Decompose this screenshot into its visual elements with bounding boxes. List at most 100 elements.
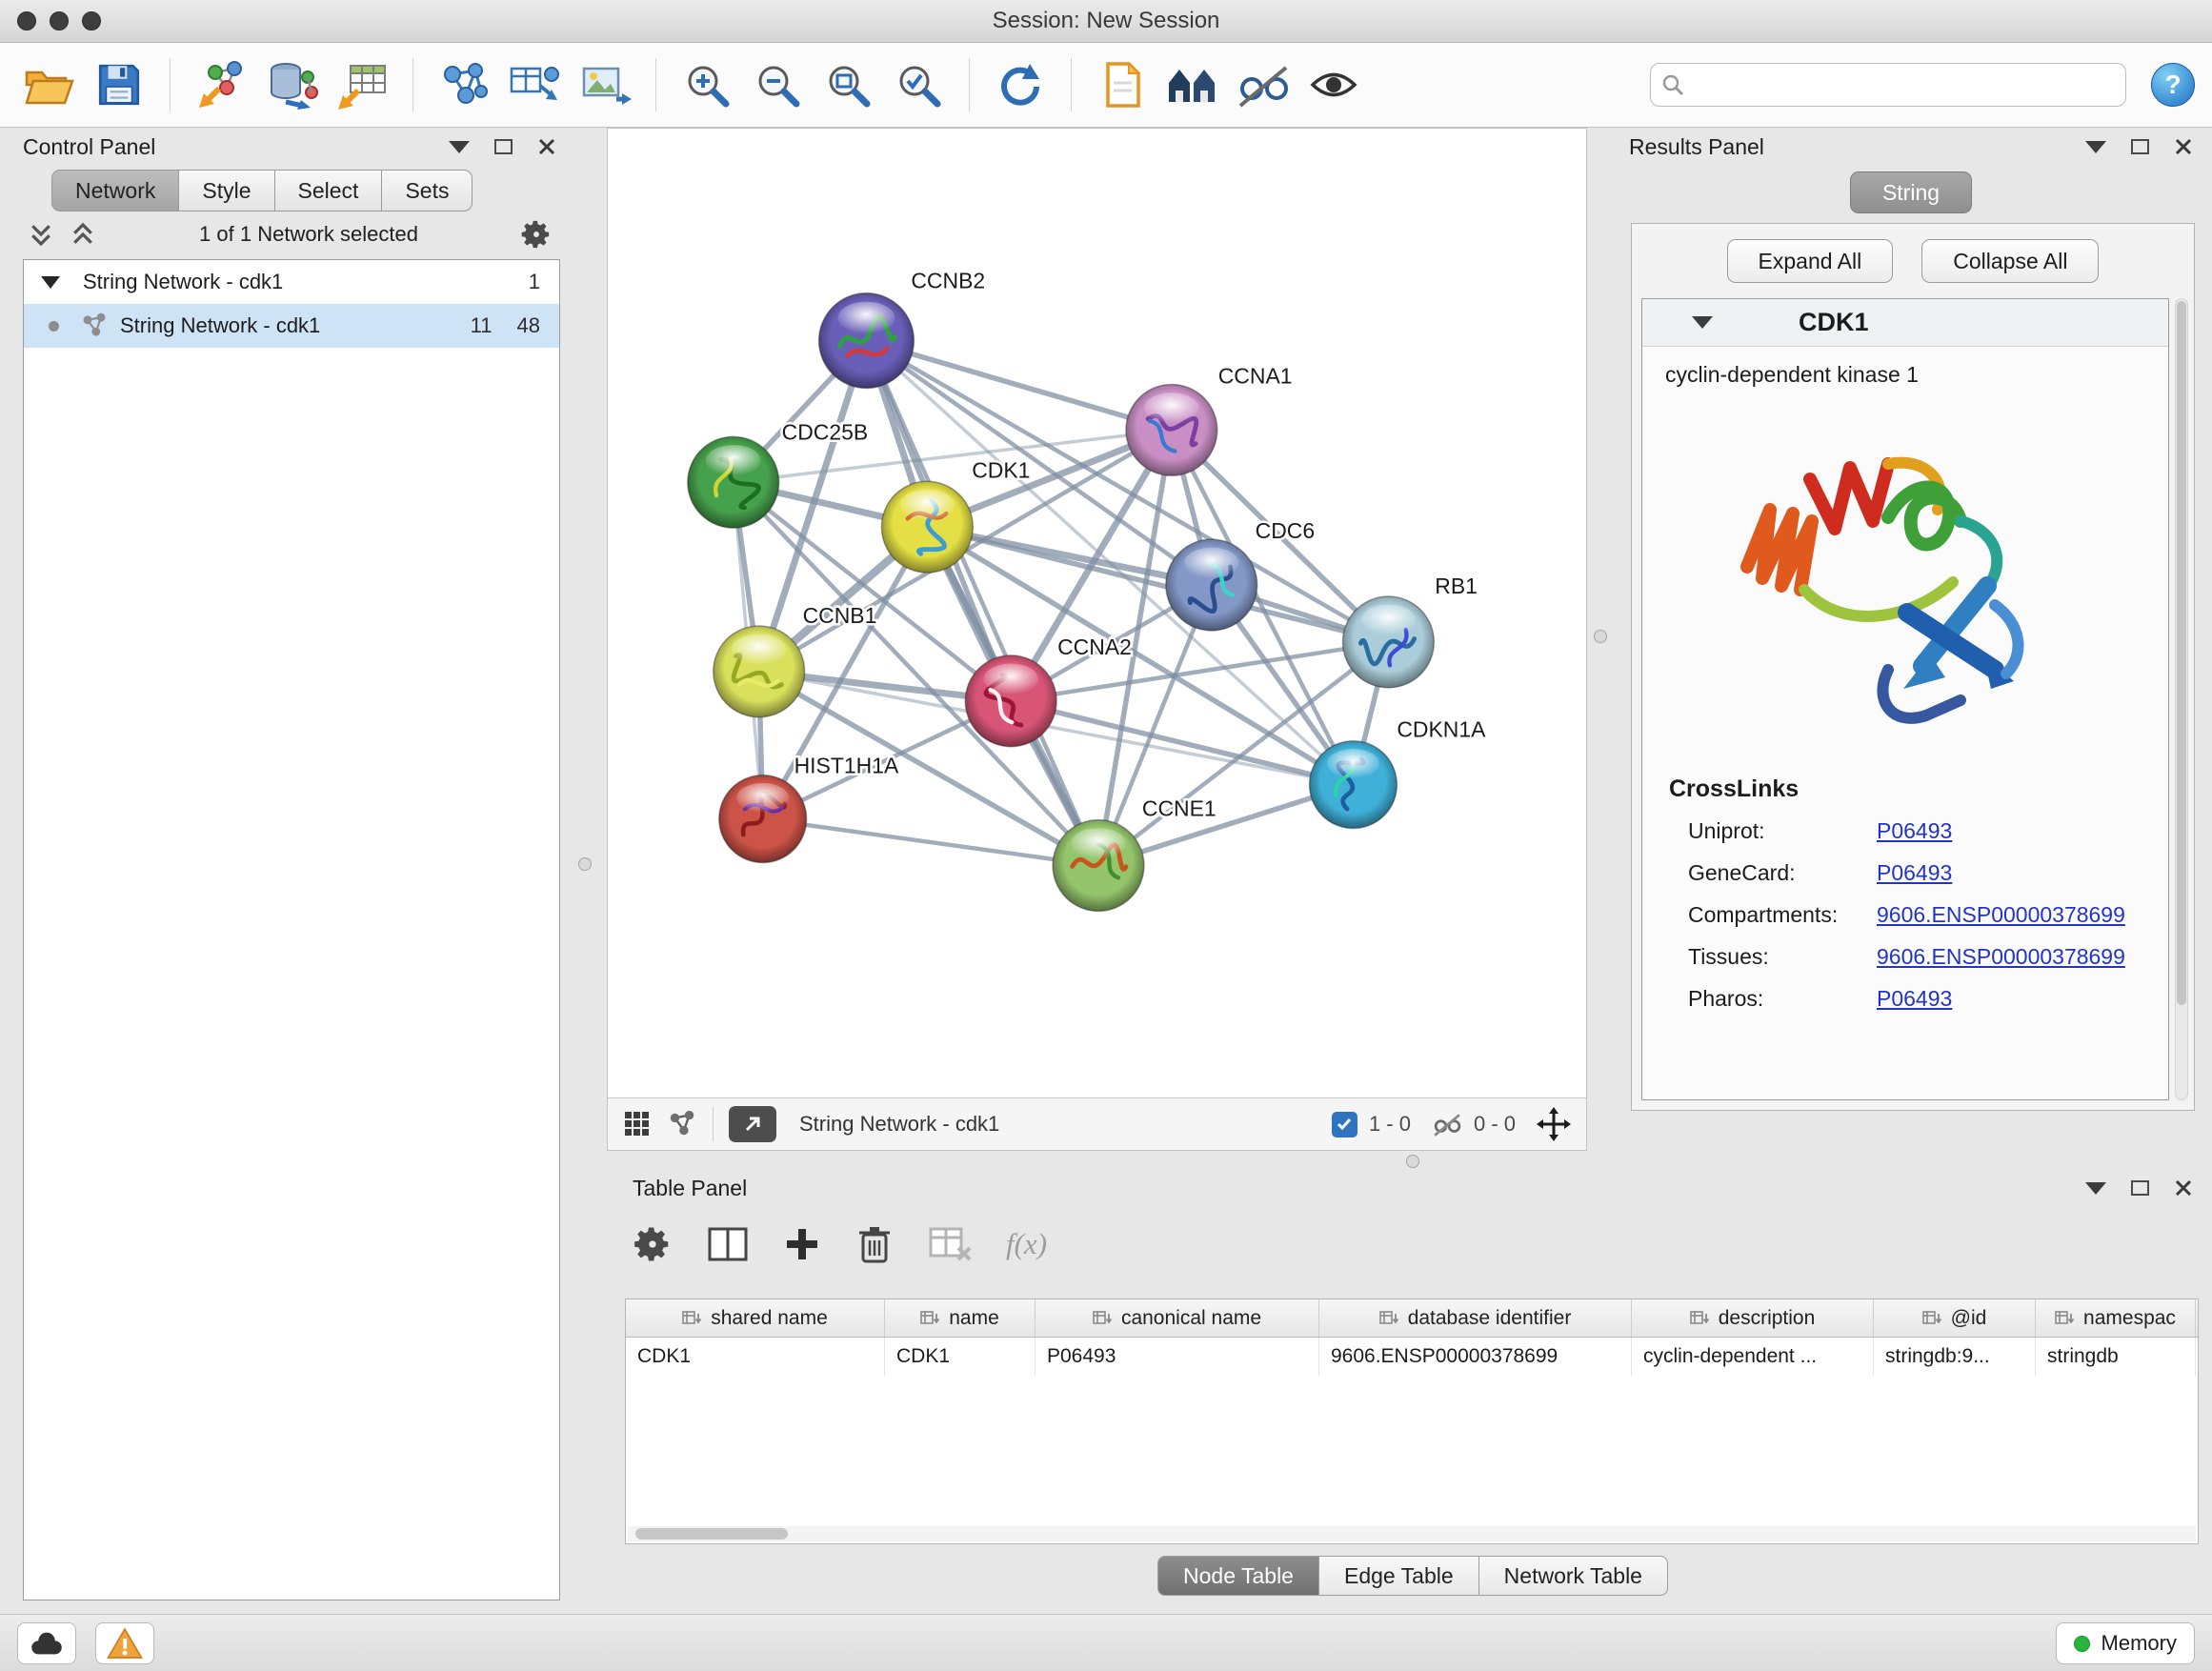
database-network-icon — [265, 60, 318, 110]
tab-edge-table[interactable]: Edge Table — [1319, 1556, 1479, 1596]
close-panel-icon[interactable] — [537, 137, 556, 156]
protein-card-header[interactable]: CDK1 — [1642, 299, 2168, 347]
network-node-cdkn1a[interactable] — [1310, 741, 1398, 829]
document-button[interactable] — [1091, 51, 1154, 118]
add-column-icon[interactable] — [783, 1225, 821, 1263]
splitter-handle[interactable] — [578, 857, 592, 871]
network-node-ccna2[interactable] — [965, 655, 1056, 747]
tissues-link[interactable]: 9606.ENSP00000378699 — [1877, 944, 2125, 970]
network-graph: CCNB2CCNA1CDC25BCDK1CDC6RB1CCNB1CCNA2CDK… — [608, 129, 1586, 1097]
network-from-table-button[interactable] — [503, 51, 566, 118]
import-table-button[interactable] — [331, 51, 393, 118]
network-edge[interactable] — [927, 527, 1388, 642]
float-panel-icon[interactable] — [2131, 139, 2149, 154]
network-node-cdc6[interactable] — [1166, 539, 1257, 631]
window-zoom-button[interactable] — [82, 11, 101, 30]
tab-network-table[interactable]: Network Table — [1479, 1556, 1668, 1596]
column-header-canonical-name[interactable]: canonical name — [1036, 1299, 1319, 1337]
network-row-selected[interactable]: String Network - cdk1 11 48 — [24, 304, 559, 348]
column-header-database-identifier[interactable]: database identifier — [1319, 1299, 1632, 1337]
panel-menu-icon[interactable] — [2085, 141, 2106, 153]
column-header-id[interactable]: @id — [1874, 1299, 2036, 1337]
network-node-ccnb2[interactable] — [819, 293, 915, 389]
gear-icon[interactable] — [633, 1224, 673, 1264]
gear-icon[interactable] — [520, 218, 553, 251]
network-node-cdc25b[interactable] — [688, 436, 779, 528]
splitter-handle[interactable] — [1594, 630, 1607, 643]
show-graphics-button[interactable] — [1302, 51, 1365, 118]
tab-network[interactable]: Network — [51, 170, 179, 211]
network-edge[interactable] — [763, 819, 1098, 866]
network-node-ccna1[interactable] — [1126, 384, 1217, 475]
float-panel-icon[interactable] — [2131, 1180, 2149, 1196]
collapse-all-icon[interactable] — [27, 220, 55, 249]
uniprot-link[interactable]: P06493 — [1877, 818, 1952, 844]
results-scrollbar[interactable] — [2175, 298, 2188, 1100]
splitter-handle[interactable] — [1406, 1155, 1419, 1168]
network-canvas[interactable]: CCNB2CCNA1CDC25BCDK1CDC6RB1CCNB1CCNA2CDK… — [608, 129, 1586, 1097]
cloud-status-button[interactable] — [17, 1622, 76, 1664]
pan-crosshair-icon[interactable] — [1537, 1107, 1571, 1141]
window-close-button[interactable] — [17, 11, 36, 30]
network-node-rb1[interactable] — [1342, 596, 1434, 688]
columns-icon[interactable] — [707, 1225, 749, 1263]
expand-all-button[interactable]: Expand All — [1727, 239, 1894, 283]
save-session-button[interactable] — [88, 51, 151, 118]
expand-all-icon[interactable] — [69, 220, 97, 249]
collapse-section-icon[interactable] — [1692, 316, 1713, 329]
zoom-selected-icon — [894, 60, 943, 110]
selected-checkbox[interactable] — [1332, 1112, 1357, 1137]
compartments-link[interactable]: 9606.ENSP00000378699 — [1877, 902, 2125, 928]
close-panel-icon[interactable] — [2174, 137, 2193, 156]
table-row[interactable]: CDK1 CDK1 P06493 9606.ENSP00000378699 cy… — [626, 1338, 2198, 1376]
network-collection-row[interactable]: String Network - cdk1 1 — [24, 260, 559, 304]
grid-view-icon[interactable] — [623, 1110, 652, 1138]
trash-icon[interactable] — [855, 1223, 894, 1265]
table-horizontal-scrollbar[interactable] — [628, 1526, 2196, 1541]
help-button[interactable]: ? — [2151, 63, 2195, 107]
zoom-fit-button[interactable] — [816, 51, 879, 118]
panel-menu-icon[interactable] — [449, 141, 470, 153]
tab-select[interactable]: Select — [275, 170, 383, 211]
column-header-description[interactable]: description — [1632, 1299, 1874, 1337]
collapse-all-button[interactable]: Collapse All — [1921, 239, 2099, 283]
export-view-button[interactable] — [729, 1106, 776, 1142]
new-network-button[interactable] — [432, 51, 495, 118]
zoom-selected-button[interactable] — [887, 51, 950, 118]
zoom-in-button[interactable] — [675, 51, 738, 118]
import-network-file-button[interactable] — [190, 51, 252, 118]
network-node-ccne1[interactable] — [1053, 820, 1144, 912]
open-session-button[interactable] — [17, 51, 80, 118]
close-panel-icon[interactable] — [2174, 1178, 2193, 1198]
tab-string[interactable]: String — [1850, 171, 1972, 213]
network-edge[interactable] — [866, 341, 1098, 866]
genecard-link[interactable]: P06493 — [1877, 860, 1952, 886]
control-panel-header: Control Panel — [10, 128, 570, 166]
column-header-name[interactable]: name — [885, 1299, 1036, 1337]
tab-sets[interactable]: Sets — [382, 170, 473, 211]
tab-node-table[interactable]: Node Table — [1157, 1556, 1319, 1596]
import-network-database-button[interactable] — [260, 51, 323, 118]
zoom-out-button[interactable] — [746, 51, 809, 118]
tree-expander-icon[interactable] — [41, 276, 60, 289]
node-label-ccna1: CCNA1 — [1218, 363, 1293, 388]
network-node-cdk1[interactable] — [881, 481, 973, 573]
column-header-shared-name[interactable]: shared name — [626, 1299, 885, 1337]
hide-graphics-button[interactable] — [1232, 51, 1295, 118]
memory-button[interactable]: Memory — [2056, 1622, 2195, 1664]
network-node-hist1h1a[interactable] — [719, 775, 807, 863]
window-minimize-button[interactable] — [50, 11, 69, 30]
apply-layout-button[interactable] — [989, 51, 1052, 118]
search-input[interactable] — [1650, 63, 2126, 107]
panel-menu-icon[interactable] — [2085, 1182, 2106, 1195]
warnings-button[interactable] — [95, 1622, 154, 1664]
network-node-ccnb1[interactable] — [714, 626, 805, 717]
column-header-namespace[interactable]: namespac — [2036, 1299, 2196, 1337]
tab-style[interactable]: Style — [179, 170, 274, 211]
export-image-button[interactable] — [573, 51, 636, 118]
birdseye-view-icon[interactable] — [667, 1109, 697, 1139]
float-panel-icon[interactable] — [494, 139, 513, 154]
pharos-link[interactable]: P06493 — [1877, 986, 1952, 1012]
home-button[interactable] — [1161, 51, 1224, 118]
node-table: shared name name canonical name database… — [625, 1299, 2199, 1544]
